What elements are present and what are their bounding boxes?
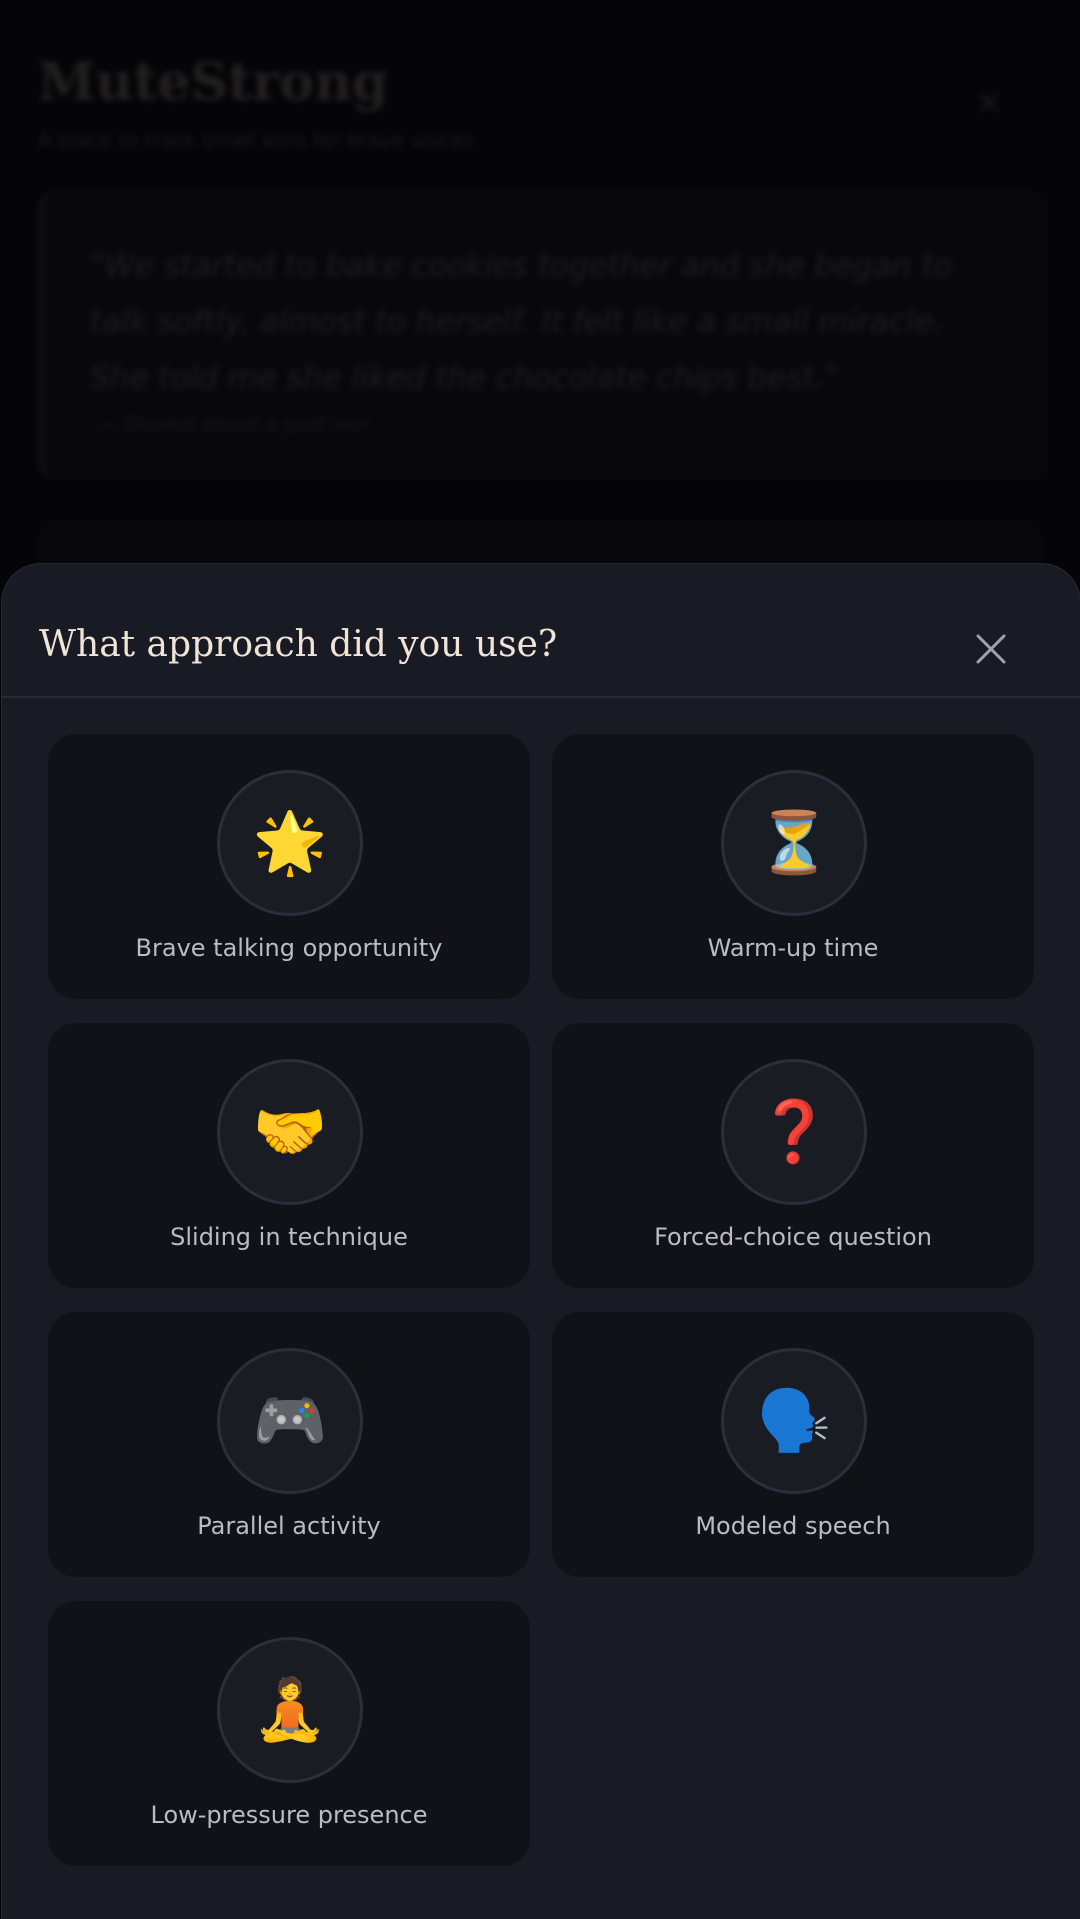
option-label: Sliding in technique bbox=[170, 1223, 408, 1251]
option-label: Warm-up time bbox=[707, 934, 879, 962]
screen: MuteStrong A place to track small wins f… bbox=[0, 0, 1080, 1919]
app-subtitle: A place to track small wins for brave vo… bbox=[38, 128, 474, 152]
sheet-header: What approach did you use? bbox=[2, 564, 1080, 698]
option-modeled-speech[interactable]: 🗣️ Modeled speech bbox=[552, 1312, 1034, 1577]
option-label: Forced-choice question bbox=[654, 1223, 932, 1251]
option-label: Low-pressure presence bbox=[150, 1801, 428, 1829]
quote-meta: — Shared about a past win bbox=[98, 412, 368, 436]
question-mark-icon: ❓ bbox=[721, 1059, 867, 1205]
option-brave-talking-opportunity[interactable]: 🌟 Brave talking opportunity bbox=[48, 734, 530, 999]
handshake-icon: 🤝 bbox=[217, 1059, 363, 1205]
quote-text: "We started to bake cookies together and… bbox=[90, 248, 953, 396]
meditation-icon: 🧘 bbox=[217, 1637, 363, 1783]
option-low-pressure-presence[interactable]: 🧘 Low-pressure presence bbox=[48, 1601, 530, 1866]
option-label: Parallel activity bbox=[197, 1512, 381, 1540]
app-title: MuteStrong bbox=[38, 52, 389, 113]
option-label: Modeled speech bbox=[695, 1512, 891, 1540]
sheet-title: What approach did you use? bbox=[39, 624, 558, 665]
glowing-star-icon: 🌟 bbox=[217, 770, 363, 916]
hourglass-icon: ⏳ bbox=[721, 770, 867, 916]
close-icon bbox=[976, 634, 1006, 664]
option-label: Brave talking opportunity bbox=[135, 934, 443, 962]
approach-options-grid: 🌟 Brave talking opportunity ⏳ Warm-up ti… bbox=[48, 734, 1034, 1866]
close-button[interactable] bbox=[962, 620, 1020, 678]
option-parallel-activity[interactable]: 🎮 Parallel activity bbox=[48, 1312, 530, 1577]
speaking-head-icon: 🗣️ bbox=[721, 1348, 867, 1494]
option-forced-choice-question[interactable]: ❓ Forced-choice question bbox=[552, 1023, 1034, 1288]
approach-bottom-sheet: What approach did you use? 🌟 Brave talki… bbox=[1, 563, 1080, 1919]
background-close-icon: × bbox=[975, 82, 1004, 122]
option-warm-up-time[interactable]: ⏳ Warm-up time bbox=[552, 734, 1034, 999]
game-controller-icon: 🎮 bbox=[217, 1348, 363, 1494]
option-sliding-in-technique[interactable]: 🤝 Sliding in technique bbox=[48, 1023, 530, 1288]
